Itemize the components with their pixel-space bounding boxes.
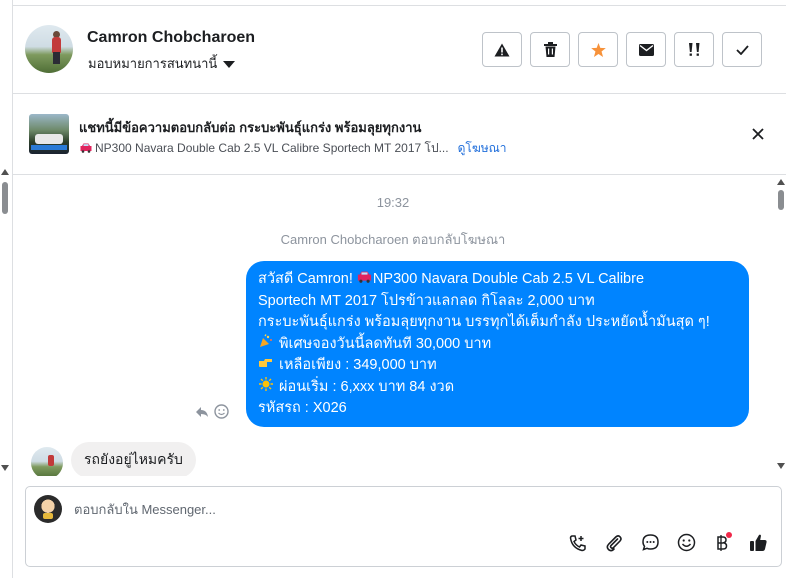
payment-button[interactable]	[711, 532, 733, 556]
assign-label: มอบหมายการสนทนานี้	[88, 56, 218, 71]
right-scrollbar-thumb[interactable]	[778, 190, 784, 210]
reply-input[interactable]	[74, 502, 674, 517]
ad-reply-banner: แชทนี้มีข้อความตอบกลับต่อ กระบะพันธุ์แกร…	[13, 95, 786, 175]
follow-up-button[interactable]	[674, 32, 714, 67]
banner-title: แชทนี้มีข้อความตอบกลับต่อ กระบะพันธุ์แกร…	[79, 120, 422, 135]
close-icon	[750, 128, 766, 146]
message-line: กระบะพันธุ์แกร่ง พร้อมลุยทุกงาน บรรทุกได…	[258, 314, 710, 330]
banner-subtitle-text: NP300 Navara Double Cab 2.5 VL Calibre S…	[95, 141, 449, 155]
call-icon	[569, 534, 587, 557]
follow-up-icon	[686, 42, 702, 57]
sender-avatar[interactable]	[31, 447, 63, 476]
mark-done-button[interactable]	[722, 32, 762, 67]
message-timestamp: 19:32	[376, 195, 410, 210]
emoji-button[interactable]	[675, 533, 697, 557]
ad-thumbnail[interactable]	[29, 114, 69, 154]
warning-icon	[494, 43, 510, 57]
left-scrollbar-thumb[interactable]	[2, 182, 8, 214]
message-line: เหลือเพียง : 349,000 บาท	[258, 355, 737, 377]
check-icon	[735, 44, 749, 55]
banner-subtitle: NP300 Navara Double Cab 2.5 VL Calibre S…	[80, 139, 507, 158]
notification-dot	[726, 532, 732, 538]
message-line: สวัสดี Camron! NP300 Navara Double Cab 2…	[258, 269, 737, 291]
page-avatar	[34, 495, 62, 523]
attachment-icon	[605, 534, 623, 557]
report-button[interactable]	[482, 32, 522, 67]
assign-conversation-dropdown[interactable]: มอบหมายการสนทนานี้	[88, 53, 236, 74]
mark-unread-button[interactable]	[626, 32, 666, 67]
saved-replies-button[interactable]	[639, 534, 661, 556]
outgoing-message-bubble[interactable]: สวัสดี Camron! NP300 Navara Double Cab 2…	[246, 261, 749, 427]
star-button[interactable]	[578, 32, 618, 67]
left-scrollbar[interactable]	[0, 169, 10, 475]
like-button[interactable]	[747, 534, 769, 556]
message-line: Sportech MT 2017 โปรข้าวแลกลด กิโลละ 2,0…	[258, 292, 595, 309]
reply-icon[interactable]	[195, 405, 209, 423]
car-emoji-icon	[80, 142, 92, 156]
view-ad-link[interactable]: ดูโฆษณา	[458, 139, 507, 158]
trash-icon	[543, 42, 557, 57]
sun-icon	[258, 376, 273, 399]
attach-button[interactable]	[603, 534, 625, 556]
message-line: รหัสรถ : X026	[258, 400, 347, 416]
reply-composer	[25, 486, 782, 567]
star-icon	[590, 42, 606, 57]
call-button[interactable]	[567, 534, 589, 556]
replied-to-ad-note: Camron Chobcharoen ตอบกลับโฆษณา	[280, 232, 506, 247]
car-emoji-icon	[357, 269, 372, 291]
message-line: ผ่อนเริ่ม : 6,xxx บาท 84 งวด	[258, 376, 737, 399]
scroll-up-arrow-icon[interactable]	[777, 179, 785, 185]
composer-toolbar	[567, 532, 769, 557]
thumbs-up-icon	[749, 533, 768, 557]
message-thread: 19:32 Camron Chobcharoen ตอบกลับโฆษณา สว…	[13, 176, 773, 476]
incoming-message-bubble[interactable]: รถยังอยู่ไหมครับ	[71, 442, 196, 476]
user-avatar[interactable]	[25, 25, 73, 73]
chat-bubble-icon	[641, 533, 660, 557]
conversation-header: Camron Chobcharoen มอบหมายการสนทนานี้	[13, 6, 786, 94]
caret-down-icon	[223, 60, 236, 68]
user-name[interactable]: Camron Chobcharoen	[87, 29, 255, 47]
message-line: พิเศษจองวันนี้ลดทันที 30,000 บาท	[258, 333, 737, 356]
envelope-icon	[638, 43, 654, 56]
scroll-down-arrow-icon[interactable]	[1, 465, 9, 471]
react-emoji-icon[interactable]	[214, 404, 229, 424]
pointing-right-icon	[258, 355, 273, 377]
close-banner-button[interactable]	[750, 126, 766, 142]
party-popper-icon	[258, 333, 273, 356]
delete-button[interactable]	[530, 32, 570, 67]
emoji-icon	[677, 533, 696, 557]
scroll-up-arrow-icon[interactable]	[1, 169, 9, 175]
message-actions	[195, 404, 229, 424]
right-scrollbar[interactable]	[776, 176, 786, 474]
scroll-down-arrow-icon[interactable]	[777, 463, 785, 469]
